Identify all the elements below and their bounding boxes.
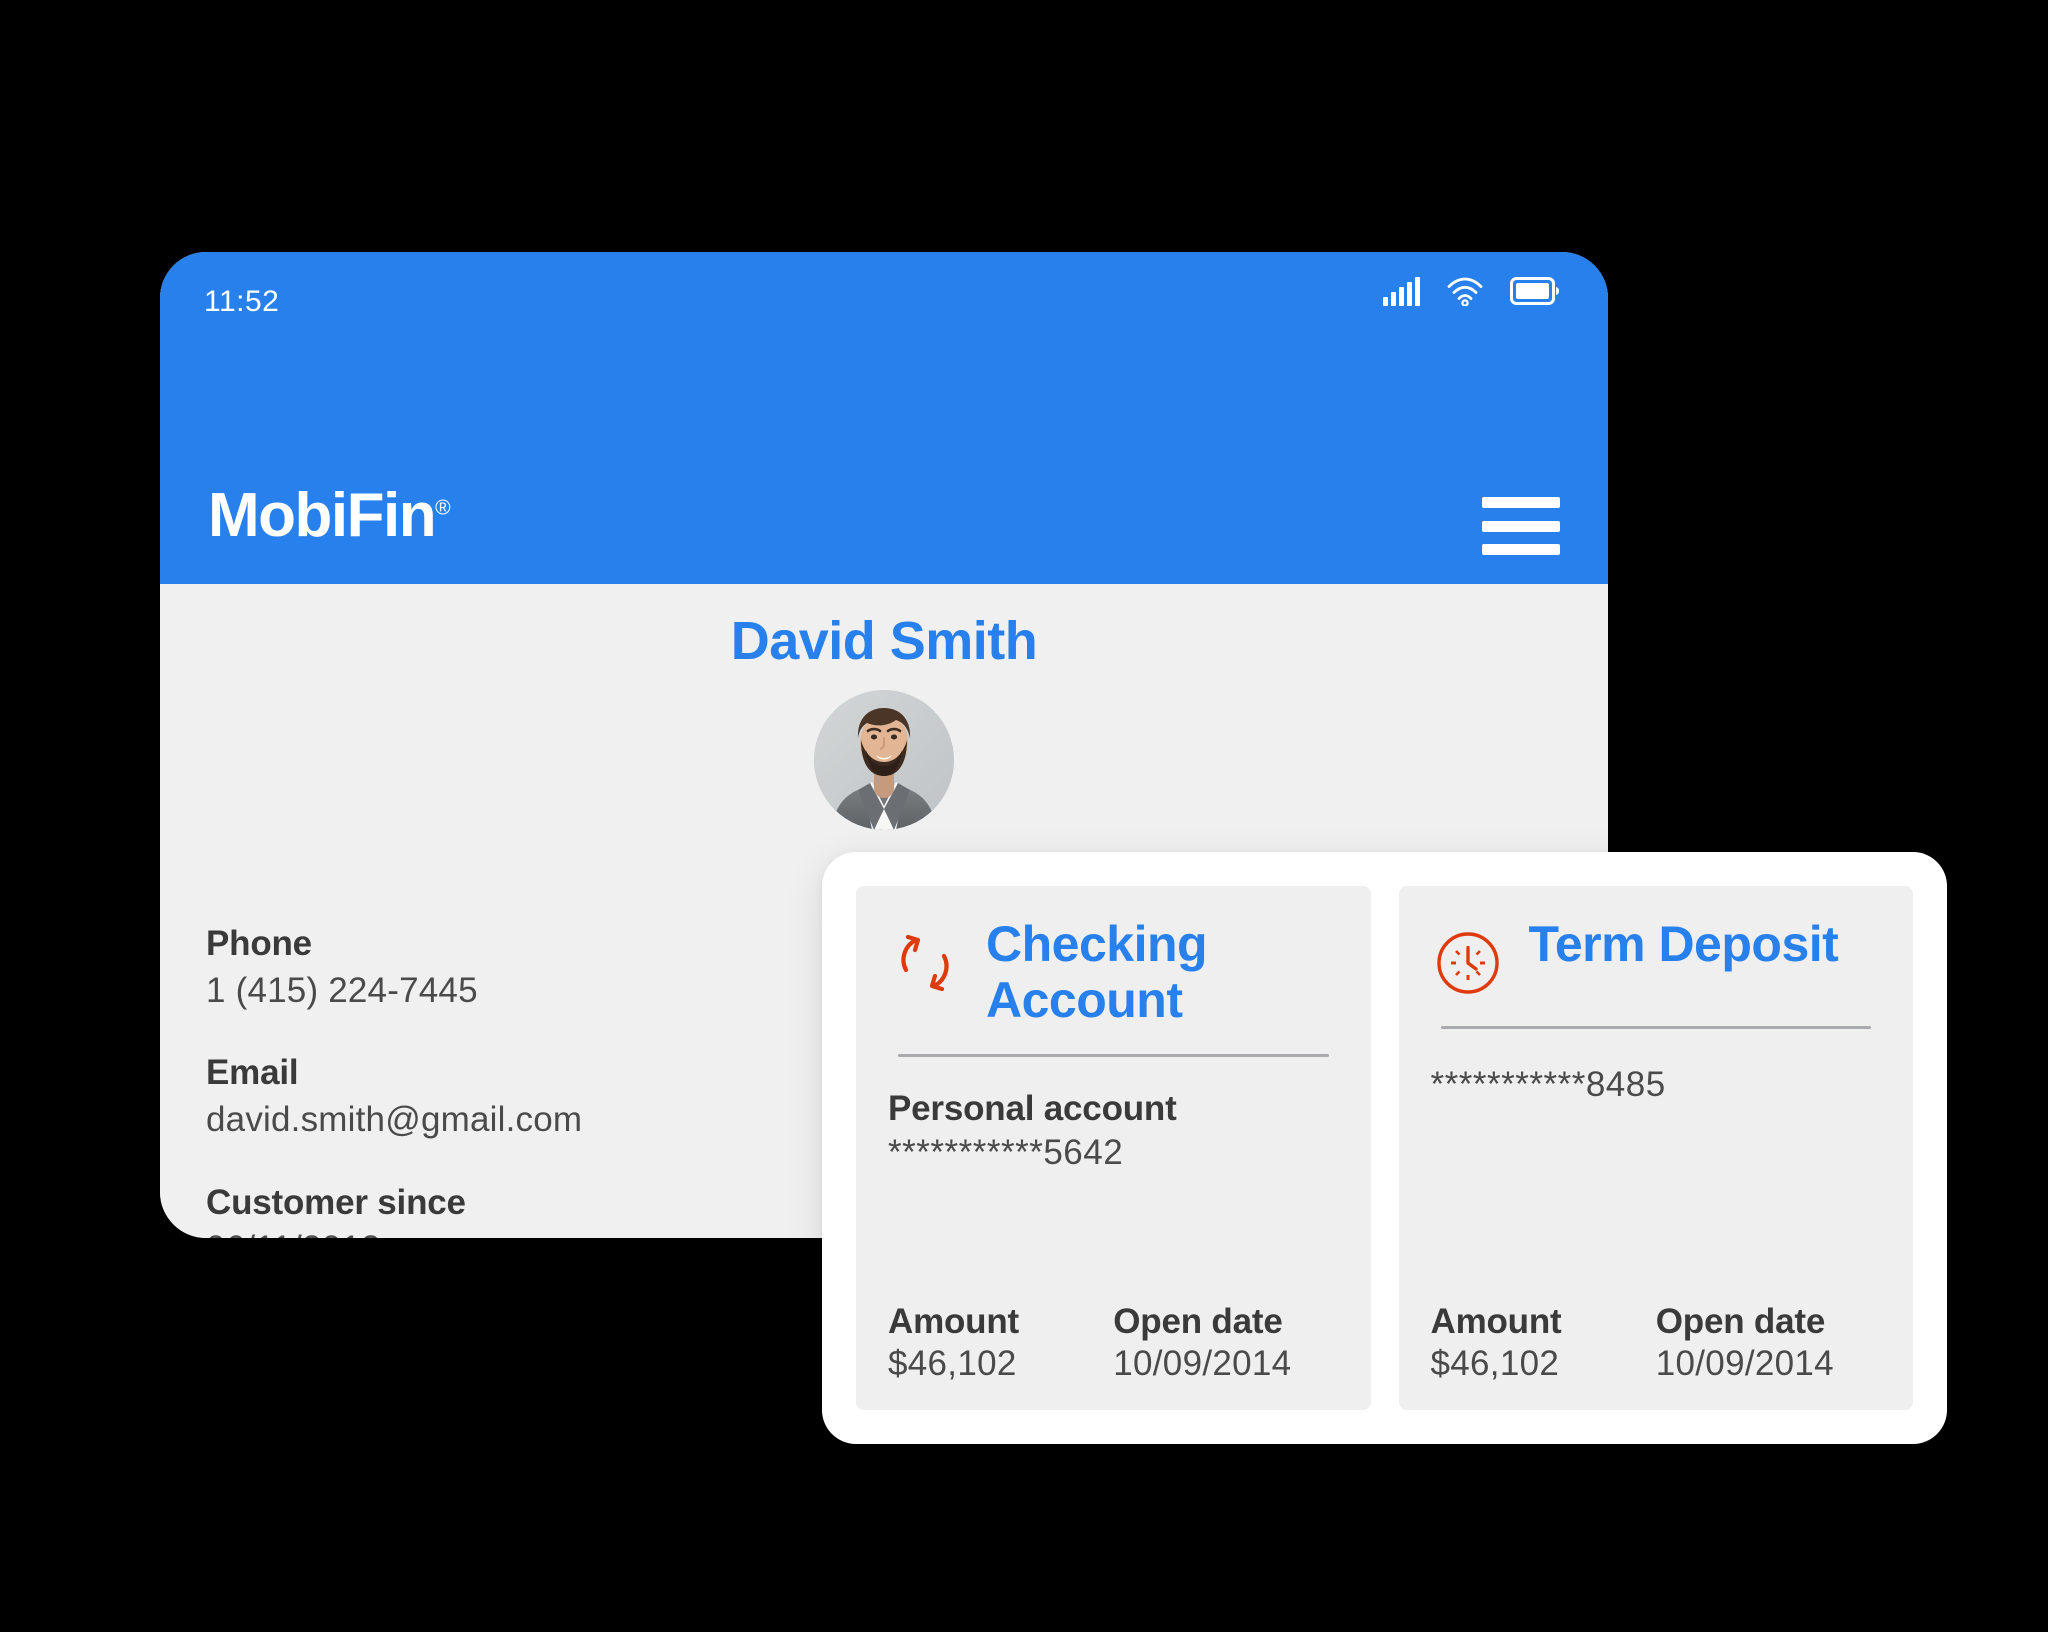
account-stat-open-date: Open date 10/09/2014 <box>1113 1302 1338 1384</box>
status-bar-clock: 11:52 <box>204 285 280 318</box>
account-number-masked: ***********5642 <box>888 1133 1124 1172</box>
sync-refresh-icon <box>888 916 962 1000</box>
field-label: Email <box>206 1053 299 1093</box>
registered-mark: ® <box>435 496 451 520</box>
profile-field-phone: Phone 1 (415) 224-7445 <box>206 922 846 1013</box>
screenshot-canvas: 11:52 MobiFin® David Smith Phone 1 (415)… <box>0 0 2048 1632</box>
account-stat-open-date: Open date 10/09/2014 <box>1656 1302 1881 1384</box>
hamburger-bar <box>1482 544 1560 555</box>
account-tile-term-deposit[interactable]: Term Deposit ***********8485 Amount $46,… <box>1398 886 1913 1410</box>
field-value: 06/11/2012 <box>206 1226 846 1238</box>
account-subtitle: Personal account <box>888 1089 1177 1128</box>
avatar-container <box>160 690 1608 830</box>
hamburger-bar <box>1482 520 1560 532</box>
hamburger-bar <box>1482 497 1560 508</box>
account-title: Term Deposit <box>1528 916 1839 972</box>
page-title: David Smith <box>730 611 1038 671</box>
app-logo-text: MobiFin <box>208 481 437 550</box>
avatar <box>814 690 954 830</box>
profile-field-customer-since: Customer since 06/11/2012 <box>206 1181 846 1239</box>
account-tile-checking[interactable]: Checking Account Personal account ******… <box>856 886 1371 1410</box>
divider <box>898 1054 1329 1057</box>
account-stat-amount: Amount $46,102 <box>888 1302 1113 1384</box>
wifi-icon <box>1446 276 1484 306</box>
stat-label: Open date <box>1655 1302 1826 1341</box>
clock-icon <box>1431 916 1505 1000</box>
account-tile-header: Checking Account <box>888 916 1339 1028</box>
app-bar: MobiFin® <box>160 470 1608 584</box>
stat-value: 10/09/2014 <box>1655 1344 1834 1383</box>
field-value: 1 (415) 224-7445 <box>206 970 478 1010</box>
app-logo: MobiFin® <box>208 485 451 547</box>
stat-value: 10/09/2014 <box>1113 1344 1292 1383</box>
divider <box>1440 1026 1871 1029</box>
status-bar-icons <box>1383 276 1560 306</box>
signal-icon <box>1383 276 1420 306</box>
stat-label: Open date <box>1113 1302 1283 1341</box>
hamburger-menu-icon[interactable] <box>1482 497 1560 555</box>
account-tile-header: Term Deposit <box>1431 916 1882 1000</box>
account-stats: Amount $46,102 Open date 10/09/2014 <box>888 1276 1339 1384</box>
stat-value: $46,102 <box>1430 1344 1560 1383</box>
account-number-masked: ***********8485 <box>1430 1065 1666 1104</box>
status-bar: 11:52 <box>160 252 1608 470</box>
account-stat-amount: Amount $46,102 <box>1431 1302 1656 1384</box>
account-title: Checking Account <box>986 916 1208 1028</box>
profile-field-email: Email david.smith@gmail.com <box>206 1051 846 1142</box>
stat-label: Amount <box>1430 1302 1562 1341</box>
battery-icon <box>1510 277 1560 305</box>
profile-details-list: Phone 1 (415) 224-7445 Email david.smith… <box>206 922 846 1238</box>
stat-value: $46,102 <box>888 1344 1017 1383</box>
accounts-panel: Checking Account Personal account ******… <box>822 852 1947 1444</box>
field-value: david.smith@gmail.com <box>206 1100 583 1139</box>
stat-label: Amount <box>888 1302 1019 1341</box>
account-stats: Amount $46,102 Open date 10/09/2014 <box>1431 1276 1882 1384</box>
field-label: Phone <box>206 924 312 963</box>
field-label: Customer since <box>206 1182 466 1222</box>
